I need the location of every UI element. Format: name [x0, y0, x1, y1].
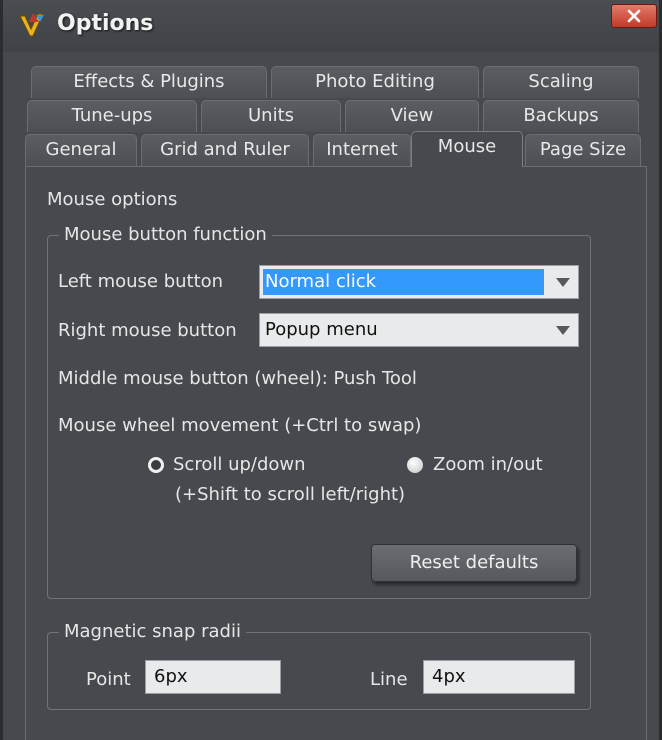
tab-units[interactable]: Units: [201, 100, 341, 132]
close-button[interactable]: [611, 4, 657, 28]
tab-mouse[interactable]: Mouse: [411, 131, 523, 167]
section-title: Mouse options: [47, 189, 178, 210]
reset-defaults-button[interactable]: Reset defaults: [371, 544, 577, 582]
app-logo-icon: [19, 13, 44, 37]
line-label: Line: [370, 669, 408, 690]
tab-effects-plugins[interactable]: Effects & Plugins: [31, 66, 267, 98]
mouse-wheel-label: Mouse wheel movement (+Ctrl to swap): [58, 415, 422, 436]
chevron-down-icon: [556, 278, 570, 287]
tab-view[interactable]: View: [345, 100, 479, 132]
scroll-radio[interactable]: [148, 457, 164, 473]
left-mouse-button-select[interactable]: Normal click: [259, 265, 579, 299]
middle-mouse-button-text: Middle mouse button (wheel): Push Tool: [58, 368, 417, 389]
zoom-radio[interactable]: [407, 457, 423, 473]
tab-tune-ups[interactable]: Tune-ups: [27, 100, 197, 132]
tab-photo-editing[interactable]: Photo Editing: [271, 66, 479, 98]
right-mouse-button-label: Right mouse button: [58, 320, 237, 341]
tab-backups[interactable]: Backups: [483, 100, 639, 132]
snap-group-legend: Magnetic snap radii: [59, 621, 246, 642]
tab-internet[interactable]: Internet: [313, 134, 411, 166]
point-label: Point: [86, 669, 131, 690]
window-title: Options: [57, 11, 154, 36]
tab-page-size[interactable]: Page Size: [525, 134, 641, 166]
chevron-down-icon: [556, 326, 570, 335]
scroll-hint: (+Shift to scroll left/right): [175, 484, 406, 505]
scroll-option-label[interactable]: Scroll up/down: [173, 454, 306, 475]
left-mouse-button-label: Left mouse button: [58, 271, 224, 292]
tab-general[interactable]: General: [25, 134, 137, 166]
point-radius-input[interactable]: 6px: [145, 660, 281, 694]
options-dialog: Options Effects & Plugins Photo Editing …: [0, 0, 662, 740]
right-mouse-button-value: Popup menu: [265, 319, 378, 340]
group-legend: Mouse button function: [59, 224, 272, 245]
right-mouse-button-select[interactable]: Popup menu: [259, 313, 579, 347]
left-mouse-button-value: Normal click: [263, 269, 544, 295]
tab-grid-and-ruler[interactable]: Grid and Ruler: [141, 134, 309, 166]
close-icon: [627, 9, 641, 23]
zoom-option-label[interactable]: Zoom in/out: [433, 454, 543, 475]
title-bar[interactable]: Options: [3, 0, 659, 52]
tab-scaling[interactable]: Scaling: [483, 66, 639, 98]
line-radius-input[interactable]: 4px: [423, 660, 575, 694]
